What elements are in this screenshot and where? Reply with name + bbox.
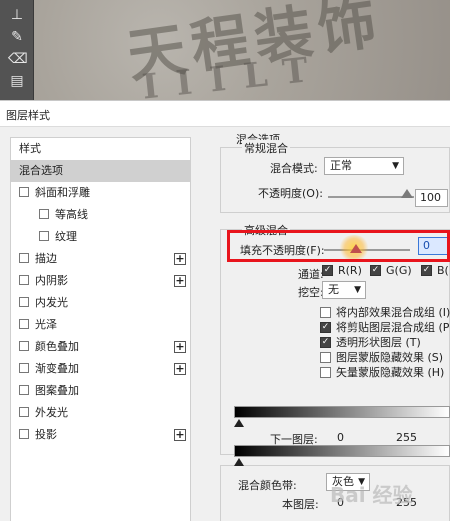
style-item[interactable]: 图案叠加 — [11, 380, 190, 402]
brush-tool-icon[interactable]: ✎ — [8, 28, 26, 46]
checkbox-checked-icon: ✓ — [322, 264, 333, 276]
advanced-option-label: 图层蒙版隐藏效果 (S) — [336, 351, 444, 364]
style-item-label: 斜面和浮雕 — [35, 186, 90, 199]
advanced-option-checkbox[interactable]: 将内部效果混合成组 (I) — [320, 304, 450, 320]
channels-label: 通道: — [298, 268, 324, 281]
knockout-label: 挖空: — [298, 286, 324, 299]
style-item[interactable]: 渐变叠加 + — [11, 358, 190, 380]
channel-r-checkbox[interactable]: ✓ R(R) — [322, 264, 362, 277]
general-blending-title: 常规混合 — [242, 140, 290, 156]
add-style-icon[interactable]: + — [174, 363, 186, 375]
style-checkbox[interactable] — [19, 407, 29, 417]
red-highlight-box — [227, 230, 450, 262]
style-item-label: 内阴影 — [35, 274, 68, 287]
style-checkbox[interactable] — [19, 275, 29, 285]
channel-b-checkbox[interactable]: ✓ B( — [421, 264, 449, 277]
blend-mode-value: 正常 — [330, 159, 352, 172]
style-item[interactable]: 斜面和浮雕 — [11, 182, 190, 204]
style-item-blend-options[interactable]: 混合选项 — [11, 160, 190, 182]
checkbox-checked-icon: ✓ — [320, 321, 331, 333]
document-canvas: 天程装饰 IIILT — [34, 0, 450, 100]
style-item-label: 渐变叠加 — [35, 362, 79, 375]
toolbox: ⊥ ✎ ⌫ ▤ — [0, 0, 34, 100]
style-checkbox[interactable] — [19, 363, 29, 373]
checkbox-checked-icon: ✓ — [320, 336, 331, 348]
layer-style-dialog: 图层样式 样式 混合选项 斜面和浮雕等高线纹理描边 + 内阴影 + 内发光光泽颜色叠加 +… — [0, 100, 450, 521]
channel-g-checkbox[interactable]: ✓ G(G) — [370, 264, 412, 277]
style-item-label: 内发光 — [35, 296, 68, 309]
style-item[interactable]: 光泽 — [11, 314, 190, 336]
blend-if-label: 混合颜色带: — [238, 479, 297, 492]
advanced-option-checkbox[interactable]: ✓ 透明形状图层 (T) — [320, 334, 421, 350]
add-style-icon[interactable]: + — [174, 253, 186, 265]
opacity-slider-thumb[interactable] — [401, 189, 413, 198]
under-layer-gradient — [234, 445, 450, 457]
checkbox-checked-icon: ✓ — [421, 264, 432, 276]
add-style-icon[interactable]: + — [174, 341, 186, 353]
chevron-down-icon: ▼ — [392, 161, 399, 171]
style-item[interactable]: 内阴影 + — [11, 270, 190, 292]
checkbox-unchecked-icon — [320, 366, 331, 378]
style-item[interactable]: 等高线 — [11, 204, 190, 226]
under-layer-max: 255 — [396, 431, 417, 444]
style-item-label: 外发光 — [35, 406, 68, 419]
style-item[interactable]: 描边 + — [11, 248, 190, 270]
under-layer-black-slider[interactable] — [234, 458, 244, 466]
style-item-label: 图案叠加 — [35, 384, 79, 397]
opacity-input[interactable]: 100 — [415, 189, 448, 207]
knockout-select[interactable]: 无 ▼ — [322, 281, 366, 299]
style-item-label: 颜色叠加 — [35, 340, 79, 353]
this-layer-gradient — [234, 406, 450, 418]
stamp-tool-icon[interactable]: ⊥ — [8, 6, 26, 24]
advanced-option-label: 透明形状图层 (T) — [336, 336, 421, 349]
advanced-option-checkbox[interactable]: 图层蒙版隐藏效果 (S) — [320, 349, 443, 365]
add-style-icon[interactable]: + — [174, 429, 186, 441]
style-checkbox[interactable] — [39, 209, 49, 219]
style-checkbox[interactable] — [39, 231, 49, 241]
advanced-option-label: 矢量蒙版隐藏效果 (H) — [336, 366, 445, 379]
advanced-option-checkbox[interactable]: 矢量蒙版隐藏效果 (H) — [320, 364, 444, 380]
style-item-label: 纹理 — [55, 230, 77, 243]
knockout-value: 无 — [328, 283, 339, 296]
style-item[interactable]: 投影 + — [11, 424, 190, 446]
checkbox-unchecked-icon — [320, 351, 331, 363]
blend-options-panel: 混合选项 常规混合 混合模式: 正常 ▼ 不透明度(O): 100 高级混合 填… — [218, 127, 450, 521]
advanced-option-checkbox[interactable]: ✓ 将剪贴图层混合成组 (P) — [320, 319, 450, 335]
opacity-label: 不透明度(O): — [258, 187, 323, 200]
style-item[interactable]: 外发光 — [11, 402, 190, 424]
style-item-label: 描边 — [35, 252, 57, 265]
style-checkbox[interactable] — [19, 187, 29, 197]
canvas-area: ⊥ ✎ ⌫ ▤ 天程装饰 IIILT — [0, 0, 450, 100]
style-item-label: 投影 — [35, 428, 57, 441]
this-layer-label: 本图层: — [282, 498, 319, 511]
style-item[interactable]: 颜色叠加 + — [11, 336, 190, 358]
advanced-option-label: 将剪贴图层混合成组 (P) — [336, 321, 450, 334]
chevron-down-icon: ▼ — [354, 285, 361, 295]
dialog-title: 图层样式 — [0, 101, 450, 127]
checkbox-checked-icon: ✓ — [370, 264, 381, 276]
blend-mode-select[interactable]: 正常 ▼ — [324, 157, 404, 175]
style-item-label: 等高线 — [55, 208, 88, 221]
under-layer-min: 0 — [337, 431, 344, 444]
advanced-option-label: 将内部效果混合成组 (I) — [336, 306, 450, 319]
style-checkbox[interactable] — [19, 341, 29, 351]
styles-list: 样式 混合选项 斜面和浮雕等高线纹理描边 + 内阴影 + 内发光光泽颜色叠加 + 渐变叠加 +… — [10, 137, 191, 521]
gradient-tool-icon[interactable]: ▤ — [8, 72, 26, 90]
style-checkbox[interactable] — [19, 385, 29, 395]
style-checkbox[interactable] — [19, 253, 29, 263]
checkbox-unchecked-icon — [320, 306, 331, 318]
this-layer-black-slider[interactable] — [234, 419, 244, 427]
style-item[interactable]: 纹理 — [11, 226, 190, 248]
style-checkbox[interactable] — [19, 297, 29, 307]
style-item-label: 光泽 — [35, 318, 57, 331]
watermark: Bai 经验 — [330, 483, 413, 507]
style-checkbox[interactable] — [19, 429, 29, 439]
style-item[interactable]: 内发光 — [11, 292, 190, 314]
style-checkbox[interactable] — [19, 319, 29, 329]
eraser-tool-icon[interactable]: ⌫ — [8, 50, 28, 68]
add-style-icon[interactable]: + — [174, 275, 186, 287]
blend-mode-label: 混合模式: — [270, 162, 318, 175]
styles-header[interactable]: 样式 — [11, 138, 190, 160]
